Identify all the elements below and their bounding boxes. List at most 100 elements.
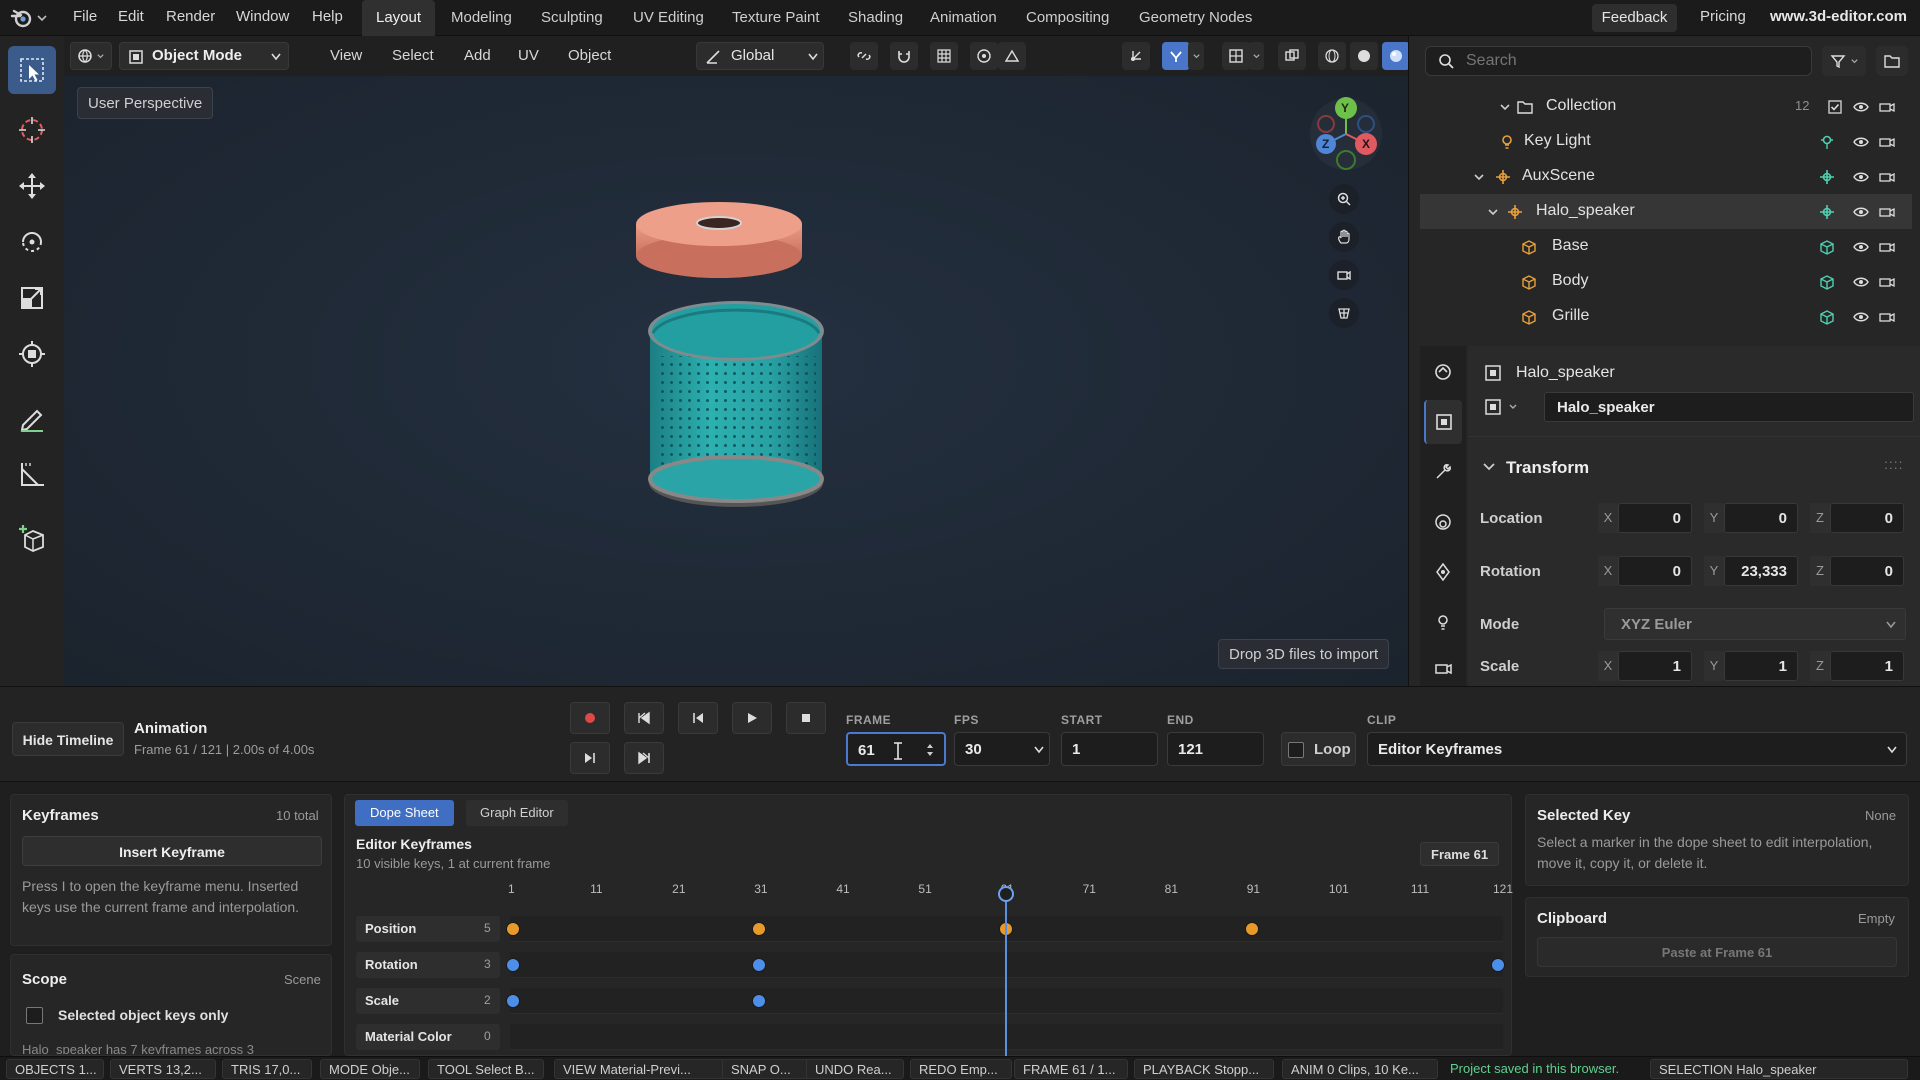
hide-timeline-button[interactable]: Hide Timeline	[12, 722, 124, 756]
fps-dropdown[interactable]: 30	[954, 732, 1050, 766]
channel-track[interactable]	[510, 988, 1503, 1014]
measure-tool[interactable]	[8, 450, 56, 498]
annotate-tool[interactable]	[8, 394, 56, 442]
camera-view-button[interactable]	[1329, 260, 1359, 290]
toggle-xray-button[interactable]	[1278, 42, 1306, 70]
tab-texture-paint[interactable]: Texture Paint	[718, 0, 834, 36]
camera-icon[interactable]	[1878, 273, 1896, 291]
channel-row-label[interactable]: Scale 2	[356, 988, 500, 1014]
editor-type-button[interactable]	[70, 42, 112, 70]
scale-x-field[interactable]: 1	[1618, 651, 1692, 681]
channel-track[interactable]	[510, 952, 1503, 978]
camera-icon[interactable]	[1878, 308, 1896, 326]
grid-snap-button[interactable]	[930, 42, 958, 70]
keyframe-marker[interactable]	[1244, 922, 1259, 936]
loop-toggle[interactable]: Loop	[1281, 732, 1356, 766]
menu-edit[interactable]: Edit	[118, 8, 144, 25]
channel-row-label[interactable]: Position 5	[356, 916, 500, 942]
feedback-button[interactable]: Feedback	[1592, 4, 1677, 32]
paste-button[interactable]: Paste at Frame 61	[1537, 937, 1897, 967]
camera-icon[interactable]	[1878, 238, 1896, 256]
move-tool[interactable]	[8, 162, 56, 210]
eye-icon[interactable]	[1852, 308, 1870, 326]
view-menu[interactable]: View	[320, 42, 372, 70]
stop-button[interactable]	[786, 702, 826, 734]
tab-uv-editing[interactable]: UV Editing	[619, 0, 718, 36]
outliner-search-input[interactable]	[1466, 47, 1796, 75]
tab-dope-sheet[interactable]: Dope Sheet	[355, 800, 454, 826]
3d-viewport[interactable]	[64, 36, 1408, 686]
scale-z-field[interactable]: 1	[1830, 651, 1904, 681]
location-y-field[interactable]: 0	[1724, 503, 1798, 533]
scale-y-field[interactable]: 1	[1724, 651, 1798, 681]
xray-button[interactable]	[1222, 42, 1250, 70]
transform-tool[interactable]	[8, 330, 56, 378]
keyframe-marker[interactable]	[506, 958, 520, 972]
playhead-handle[interactable]	[997, 886, 1014, 902]
channel-row-label[interactable]: Material Color 0	[356, 1024, 500, 1050]
show-overlays-button[interactable]	[1162, 42, 1190, 70]
checkbox-checked-icon[interactable]	[1826, 98, 1844, 116]
object-mode-dropdown[interactable]: Object Mode	[119, 42, 289, 70]
outliner-row-body[interactable]: Body	[1420, 264, 1912, 299]
overlay-gizmo-button[interactable]	[1122, 42, 1150, 70]
outliner-filter-button[interactable]	[1822, 46, 1866, 76]
eye-icon[interactable]	[1852, 273, 1870, 291]
add-menu[interactable]: Add	[454, 42, 501, 70]
overlay-dropdown[interactable]	[1188, 42, 1204, 70]
orientation-dropdown[interactable]: Global	[696, 42, 824, 70]
start-frame-input[interactable]: 1	[1061, 732, 1158, 766]
chevron-down-icon[interactable]	[1470, 168, 1488, 186]
menu-window[interactable]: Window	[236, 8, 289, 25]
stepper-icon[interactable]	[924, 742, 936, 758]
tab-modifier-properties[interactable]	[1424, 450, 1462, 494]
tab-graph-editor[interactable]: Graph Editor	[466, 800, 568, 826]
tab-render-properties[interactable]	[1424, 350, 1462, 394]
tab-modeling[interactable]: Modeling	[437, 0, 526, 36]
eye-icon[interactable]	[1852, 168, 1870, 186]
uv-menu[interactable]: UV	[508, 42, 549, 70]
tab-object-properties[interactable]	[1424, 400, 1462, 444]
snap-magnet-button[interactable]	[890, 42, 918, 70]
tab-compositing[interactable]: Compositing	[1012, 0, 1123, 36]
outliner-row-key-light[interactable]: Key Light	[1420, 124, 1912, 159]
navigation-gizmo[interactable]: Y X Z	[1306, 94, 1386, 174]
outliner-row-auxscene[interactable]: AuxScene	[1420, 159, 1912, 194]
menu-render[interactable]: Render	[166, 8, 215, 25]
channel-track[interactable]	[510, 1024, 1503, 1050]
app-logo-button[interactable]	[10, 7, 54, 29]
outliner-row-collection[interactable]: Collection 12	[1420, 89, 1912, 124]
eye-icon[interactable]	[1852, 238, 1870, 256]
playhead[interactable]	[997, 886, 1014, 1056]
object-name-field[interactable]: Halo_speaker	[1544, 392, 1914, 422]
outliner-row-grille[interactable]: Grille	[1420, 299, 1912, 334]
chevron-down-icon[interactable]	[1496, 98, 1514, 116]
chevron-down-icon[interactable]	[1508, 402, 1518, 412]
camera-icon[interactable]	[1878, 98, 1896, 116]
camera-icon[interactable]	[1878, 168, 1896, 186]
next-keyframe-button[interactable]	[570, 742, 610, 774]
pricing-link[interactable]: Pricing	[1700, 8, 1746, 25]
pan-button[interactable]	[1329, 222, 1359, 252]
insert-keyframe-button[interactable]: Insert Keyframe	[22, 836, 322, 866]
end-frame-input[interactable]: 121	[1167, 732, 1264, 766]
rotation-y-field[interactable]: 23,333	[1724, 556, 1798, 586]
select-box-tool[interactable]	[8, 46, 56, 94]
keyframe-marker[interactable]	[506, 922, 520, 936]
tab-layout[interactable]: Layout	[362, 0, 436, 36]
camera-icon[interactable]	[1878, 203, 1896, 221]
keyframe-marker[interactable]	[506, 994, 520, 1008]
object-menu[interactable]: Object	[558, 42, 621, 70]
proportional-edit-button[interactable]	[970, 42, 998, 70]
outliner-row-base[interactable]: Base	[1420, 229, 1912, 264]
selected-only-checkbox[interactable]	[26, 1007, 43, 1024]
rotation-z-field[interactable]: 0	[1830, 556, 1904, 586]
rotation-mode-dropdown[interactable]: XYZ Euler	[1604, 608, 1906, 640]
outliner-row-halo-speaker[interactable]: Halo_speaker	[1420, 194, 1912, 229]
site-link[interactable]: www.3d-editor.com	[1770, 8, 1907, 25]
jump-end-button[interactable]	[624, 742, 664, 774]
eye-icon[interactable]	[1852, 133, 1870, 151]
tab-sculpting[interactable]: Sculpting	[527, 0, 617, 36]
tab-physics-properties[interactable]	[1424, 500, 1462, 544]
keyframe-marker[interactable]	[1491, 958, 1505, 972]
